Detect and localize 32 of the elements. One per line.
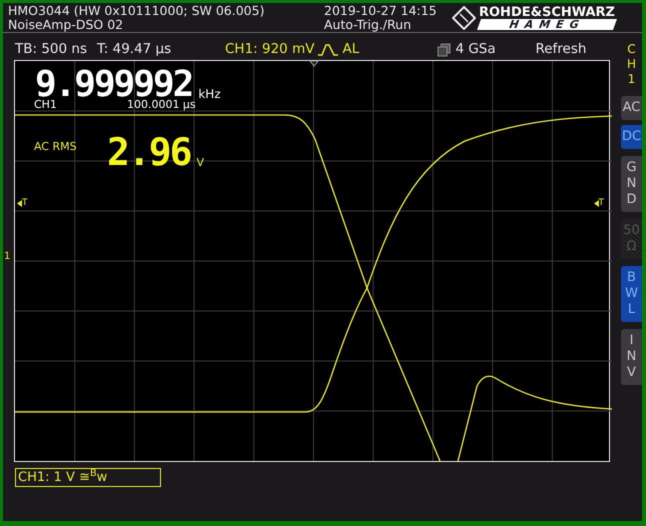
model-info: HMO3044 (HW 0x10111000; SW 06.005) <box>8 4 266 18</box>
channel-scale: CH1: 1 V ≅$^{B}$w <box>15 468 161 487</box>
channel-title: C H 1 <box>626 42 638 87</box>
timebase: TB: 500 ns <box>15 40 88 60</box>
trigger-mode: Auto-Trig./Run <box>324 18 412 32</box>
edge-icon <box>317 43 340 56</box>
rms-value: 2.96 <box>106 133 190 171</box>
coupling-button[interactable]: DC <box>621 125 642 149</box>
period-value: 100.0001 µs <box>126 99 196 111</box>
device-name: NoiseAmp-DSO 02 <box>8 18 124 32</box>
logo-text: ROHDE&SCHWARZ <box>479 6 615 19</box>
trigger-level: CH1: 920 mV <box>225 40 314 60</box>
coupling-button[interactable]: B W L <box>621 266 642 322</box>
coupling-button[interactable]: G N D <box>621 156 642 212</box>
arrow-icon <box>594 200 598 207</box>
coupling-button[interactable]: I N V <box>621 329 642 385</box>
trigger-coupling: AL <box>342 40 360 60</box>
trigger-time: T: 49.47 µs <box>97 40 172 60</box>
channel-marker: 1 <box>4 252 10 262</box>
logo-subtext: HAMEG <box>477 19 617 30</box>
rms-unit: V <box>196 154 204 170</box>
acquire-mode: Refresh <box>535 40 586 60</box>
diamond-logo-icon <box>452 6 476 30</box>
arrow-icon <box>16 200 22 207</box>
memory-icon <box>437 42 452 56</box>
coupling-button[interactable]: AC <box>621 96 642 120</box>
date-time: 2019-10-27 14:15 <box>324 4 438 18</box>
trigger-position-icon <box>308 60 319 67</box>
trigger-marker: T <box>22 199 28 208</box>
frequency-unit: kHz <box>198 86 221 103</box>
sample-rate: 4 GSa <box>455 40 497 60</box>
measurement-label: AC RMS <box>34 139 77 155</box>
